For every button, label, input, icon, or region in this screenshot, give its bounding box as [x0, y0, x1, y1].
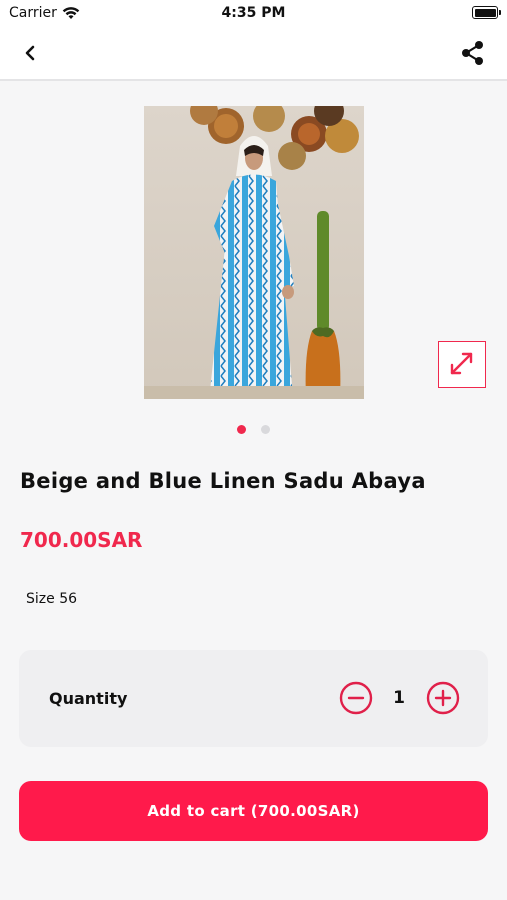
pagination-dot-2[interactable] — [261, 425, 271, 434]
increase-quantity-button[interactable] — [426, 681, 460, 715]
expand-image-button[interactable] — [438, 341, 486, 388]
image-pagination — [0, 419, 507, 438]
product-title: Beige and Blue Linen Sadu Abaya — [20, 469, 426, 493]
expand-icon — [450, 352, 473, 375]
product-image[interactable] — [144, 106, 364, 399]
nav-bar — [0, 28, 507, 81]
share-button[interactable] — [459, 39, 487, 67]
pagination-dot-1[interactable] — [236, 425, 246, 434]
chevron-left-icon — [25, 45, 35, 61]
quantity-label: Quantity — [49, 689, 128, 708]
battery-icon — [472, 6, 501, 19]
decrease-quantity-button[interactable] — [339, 681, 373, 715]
size-label: Size 56 — [26, 591, 78, 607]
status-bar: Carrier 4:35 PM — [0, 0, 507, 28]
minus-circle-icon — [339, 681, 373, 715]
quantity-card: Quantity 1 — [19, 650, 488, 747]
clock: 4:35 PM — [221, 5, 286, 21]
plus-circle-icon — [426, 681, 460, 715]
back-button[interactable] — [18, 40, 44, 66]
quantity-value: 1 — [393, 688, 405, 708]
product-price: 700.00SAR — [20, 528, 143, 552]
share-icon — [462, 41, 483, 65]
add-to-cart-button[interactable]: Add to cart (700.00SAR) — [19, 781, 488, 841]
